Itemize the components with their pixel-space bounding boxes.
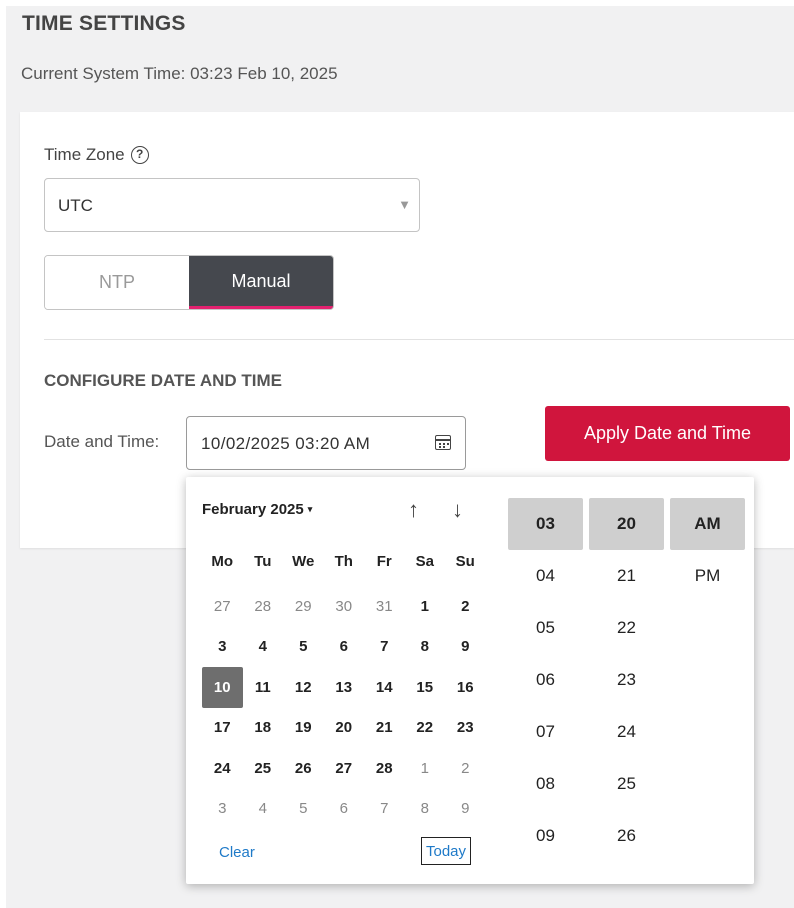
month-selector[interactable]: February 2025 ▾ xyxy=(202,501,312,518)
minute-option[interactable]: 24 xyxy=(589,706,664,758)
manual-option[interactable]: Manual xyxy=(189,256,333,309)
hour-option[interactable]: 04 xyxy=(508,550,583,602)
previous-month-arrow-icon[interactable]: ↑ xyxy=(408,497,419,523)
timezone-label-text: Time Zone xyxy=(44,145,125,164)
weekday-label: Th xyxy=(334,553,353,570)
day-cell[interactable]: 7 xyxy=(364,627,405,668)
day-cell[interactable]: 17 xyxy=(202,708,243,749)
day-cell[interactable]: 8 xyxy=(405,627,446,668)
minute-option[interactable]: 21 xyxy=(589,550,664,602)
day-cell[interactable]: 24 xyxy=(202,748,243,789)
day-cell[interactable]: 27 xyxy=(324,748,365,789)
day-cell[interactable]: 12 xyxy=(283,667,324,708)
weekday-label: We xyxy=(292,553,315,570)
date-time-picker: February 2025 ▾ ↑ ↓ Mo Tu We Th Fr Sa Su 27 28 29… xyxy=(186,477,754,884)
timezone-label: Time Zone ? xyxy=(44,145,149,165)
day-cell[interactable]: 5 xyxy=(283,789,324,830)
weekday-header: Mo Tu We Th Fr Sa Su xyxy=(202,553,486,570)
date-time-value: 10/02/2025 03:20 AM xyxy=(201,434,371,453)
minute-selected[interactable]: 20 xyxy=(589,498,664,550)
minute-option[interactable]: 23 xyxy=(589,654,664,706)
hour-option[interactable]: 05 xyxy=(508,602,583,654)
day-cell[interactable]: 4 xyxy=(243,789,284,830)
section-divider xyxy=(44,339,794,340)
weekday-label: Fr xyxy=(376,553,392,570)
calendar-days-grid: 27 28 29 30 31 1 2 3 4 5 6 7 8 9 10 11 12 13 14 15 16 17 18 19 2… xyxy=(202,586,486,829)
month-caret-icon: ▾ xyxy=(307,504,313,514)
ampm-selected[interactable]: AM xyxy=(670,498,745,550)
day-cell[interactable]: 26 xyxy=(283,748,324,789)
ntp-option[interactable]: NTP xyxy=(45,256,189,309)
day-cell[interactable]: 28 xyxy=(364,748,405,789)
today-button[interactable]: Today xyxy=(421,837,471,865)
help-icon[interactable]: ? xyxy=(130,146,149,164)
day-cell[interactable]: 19 xyxy=(283,708,324,749)
day-cell[interactable]: 22 xyxy=(405,708,446,749)
minutes-column: 20 21 22 23 24 25 26 xyxy=(589,498,664,862)
day-cell[interactable]: 31 xyxy=(364,586,405,627)
weekday-label: Mo xyxy=(211,553,234,570)
hour-selected[interactable]: 03 xyxy=(508,498,583,550)
day-cell[interactable]: 28 xyxy=(243,586,284,627)
day-cell[interactable]: 7 xyxy=(364,789,405,830)
clear-button[interactable]: Clear xyxy=(219,844,255,861)
page-title: TIME SETTINGS xyxy=(22,12,186,35)
day-cell[interactable]: 18 xyxy=(243,708,284,749)
minute-option[interactable]: 22 xyxy=(589,602,664,654)
ampm-column: AM PM xyxy=(670,498,745,602)
day-cell[interactable]: 15 xyxy=(405,667,446,708)
hour-option[interactable]: 06 xyxy=(508,654,583,706)
day-cell[interactable]: 8 xyxy=(405,789,446,830)
day-cell[interactable]: 4 xyxy=(243,627,284,668)
weekday-label: Sa xyxy=(415,553,434,570)
day-cell[interactable]: 13 xyxy=(324,667,365,708)
day-cell[interactable]: 9 xyxy=(445,789,486,830)
day-cell[interactable]: 14 xyxy=(364,667,405,708)
calendar-icon[interactable] xyxy=(435,435,451,450)
day-cell[interactable]: 29 xyxy=(283,586,324,627)
day-cell[interactable]: 20 xyxy=(324,708,365,749)
day-cell[interactable]: 11 xyxy=(243,667,284,708)
day-cell[interactable]: 6 xyxy=(324,789,365,830)
minute-option[interactable]: 26 xyxy=(589,810,664,862)
day-cell[interactable]: 2 xyxy=(445,586,486,627)
day-cell[interactable]: 3 xyxy=(202,627,243,668)
day-cell[interactable]: 23 xyxy=(445,708,486,749)
hour-option[interactable]: 08 xyxy=(508,758,583,810)
current-system-time: Current System Time: 03:23 Feb 10, 2025 xyxy=(21,64,338,83)
apply-date-time-button[interactable]: Apply Date and Time xyxy=(545,406,790,461)
day-cell[interactable]: 21 xyxy=(364,708,405,749)
day-cell[interactable]: 2 xyxy=(445,748,486,789)
day-cell[interactable]: 27 xyxy=(202,586,243,627)
dropdown-caret-icon: ▼ xyxy=(398,197,411,212)
next-month-arrow-icon[interactable]: ↓ xyxy=(452,497,463,523)
weekday-label: Su xyxy=(455,553,475,570)
day-cell[interactable]: 1 xyxy=(405,586,446,627)
minute-option[interactable]: 25 xyxy=(589,758,664,810)
time-mode-toggle: NTP Manual xyxy=(44,255,334,310)
day-cell[interactable]: 9 xyxy=(445,627,486,668)
day-cell[interactable]: 6 xyxy=(324,627,365,668)
day-cell[interactable]: 25 xyxy=(243,748,284,789)
day-cell[interactable]: 5 xyxy=(283,627,324,668)
day-cell[interactable]: 3 xyxy=(202,789,243,830)
ampm-option[interactable]: PM xyxy=(670,550,745,602)
hour-option[interactable]: 07 xyxy=(508,706,583,758)
configure-heading: CONFIGURE DATE AND TIME xyxy=(44,371,282,390)
day-cell[interactable]: 1 xyxy=(405,748,446,789)
timezone-value: UTC xyxy=(58,196,93,215)
selected-day-cell[interactable]: 10 xyxy=(202,667,243,708)
hours-column: 03 04 05 06 07 08 09 xyxy=(508,498,583,862)
month-label: February 2025 xyxy=(202,501,304,518)
timezone-select[interactable]: UTC ▼ xyxy=(44,178,420,232)
weekday-label: Tu xyxy=(254,553,272,570)
hour-option[interactable]: 09 xyxy=(508,810,583,862)
date-time-input[interactable]: 10/02/2025 03:20 AM xyxy=(186,416,466,470)
day-cell[interactable]: 16 xyxy=(445,667,486,708)
date-time-label: Date and Time: xyxy=(44,432,160,451)
day-cell[interactable]: 30 xyxy=(324,586,365,627)
